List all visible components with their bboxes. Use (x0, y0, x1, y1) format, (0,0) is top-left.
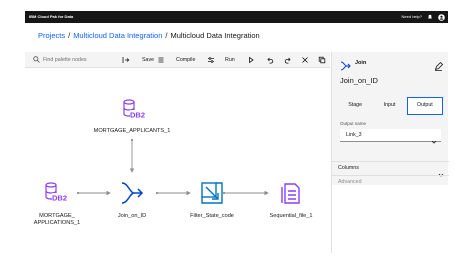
breadcrumb-current: Multicloud Data Integration (170, 31, 260, 40)
output-name-value: Link_3 (346, 132, 362, 138)
filter-transform-icon[interactable] (200, 181, 224, 205)
canvas-toolbar: Find palette nodes Save Compile Run (25, 52, 330, 68)
columns-accordion[interactable]: Columns (332, 161, 449, 177)
app-title: IBM Cloud Pak for Data (29, 14, 74, 19)
copy-icon[interactable] (317, 55, 327, 65)
node-label: Filter_State_code (190, 213, 234, 219)
tab-output[interactable]: Output (406, 97, 443, 115)
save-options-icon[interactable] (156, 55, 166, 65)
db2-icon-text: DB2 (130, 111, 145, 120)
compile-button[interactable]: Compile (176, 56, 195, 64)
top-bar: IBM Cloud Pak for Data Need help? (25, 11, 448, 23)
node-label: MORTGAGE_APPLICANTS_1 (93, 128, 171, 134)
fit-to-screen-icon[interactable] (121, 55, 131, 65)
panel-title: Join (355, 60, 367, 66)
run-button[interactable]: Run (225, 56, 235, 64)
tab-input[interactable]: Input (372, 97, 406, 115)
redo-icon[interactable] (283, 55, 293, 65)
node-label: MORTGAGE_ APPLICATIONS_1 (25, 213, 89, 227)
node-label: Join_on_ID (117, 213, 147, 219)
node-label-line: APPLICATIONS_1 (33, 220, 81, 226)
properties-panel: Join Join_on_ID Stage Input Output Outpu… (331, 52, 449, 253)
join-icon (340, 58, 351, 76)
cut-icon[interactable] (300, 55, 310, 65)
db2-icon-text: DB2 (52, 194, 67, 203)
db2-database-icon[interactable]: DB2 (43, 182, 67, 204)
breadcrumb-separator: / (165, 31, 168, 40)
edit-icon[interactable] (434, 58, 444, 76)
breadcrumb: Projects / Multicloud Data Integration / Mul… (38, 31, 260, 40)
node-label-line: MORTGAGE_ (39, 213, 75, 219)
compile-options-icon[interactable] (206, 55, 216, 65)
panel-tabs: Stage Input Output (338, 97, 443, 115)
undo-icon[interactable] (265, 55, 275, 65)
notification-icon[interactable] (426, 13, 434, 21)
search-icon (33, 56, 40, 63)
flow-canvas[interactable]: DB2 MORTGAGE_APPLICANTS_1 DB2 MORTGAGE_ … (25, 68, 330, 253)
search-placeholder: Find palette nodes (43, 57, 87, 63)
help-link[interactable]: Need help? (402, 13, 422, 21)
play-icon[interactable] (246, 55, 256, 65)
breadcrumb-project[interactable]: Multicloud Data Integration (73, 31, 162, 40)
sequential-file-icon[interactable] (279, 181, 303, 205)
db2-database-icon[interactable]: DB2 (121, 99, 145, 121)
breadcrumb-projects[interactable]: Projects (38, 31, 65, 40)
save-button[interactable]: Save (142, 56, 154, 64)
join-icon[interactable] (120, 181, 144, 205)
node-label: Sequential_file_1 (269, 213, 313, 219)
breadcrumb-separator: / (68, 31, 71, 40)
panel-empty-area (332, 185, 449, 253)
tab-stage[interactable]: Stage (338, 97, 372, 115)
user-avatar-icon[interactable] (437, 13, 445, 21)
output-name-select[interactable]: Link_3 (340, 129, 441, 144)
chevron-down-icon (431, 132, 437, 150)
output-name-label: Output name (340, 121, 367, 126)
accordion-label: Columns (338, 165, 359, 171)
stage-name: Join_on_ID (340, 76, 378, 85)
